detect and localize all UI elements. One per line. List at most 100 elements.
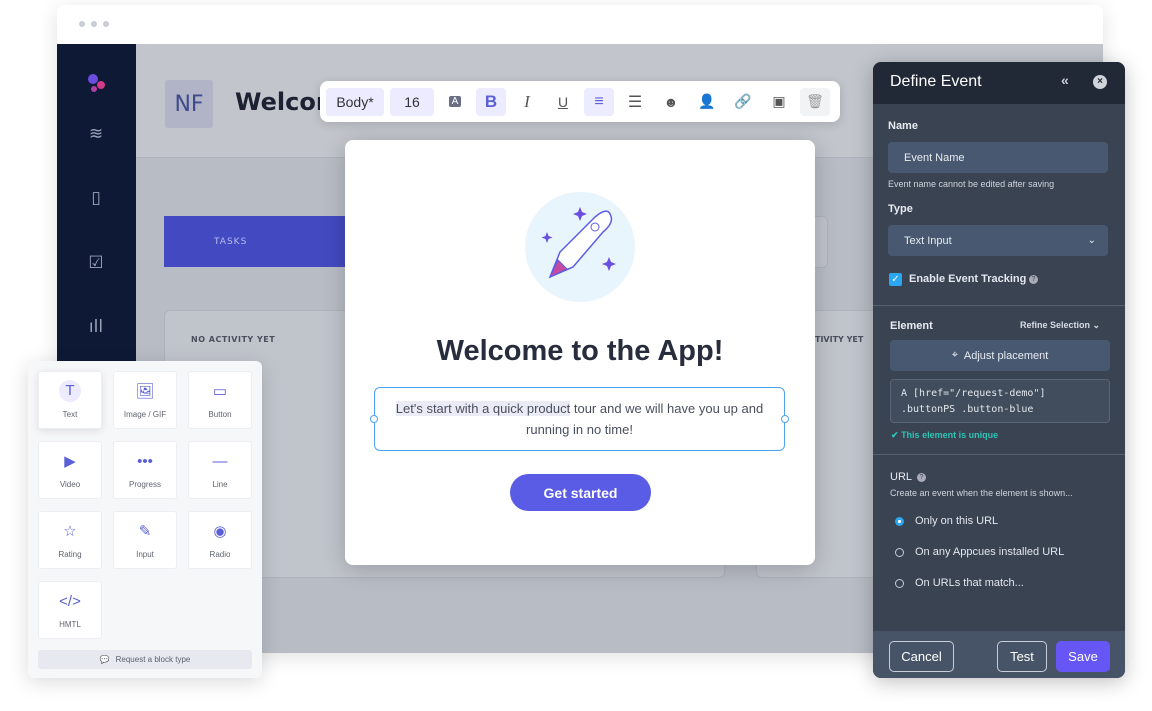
chat-icon: 💬 — [99, 655, 110, 664]
block-image-gif[interactable]: 🖼 Image / GIF — [113, 371, 177, 429]
divider — [873, 454, 1125, 455]
divider — [873, 305, 1125, 306]
block-line[interactable]: — Line — [188, 441, 252, 499]
panel-footer: Cancel Test Save — [873, 631, 1125, 678]
radio-urls-that-match[interactable] — [895, 579, 904, 588]
chevron-down-icon: ⌄ — [1087, 235, 1096, 246]
radio-any-installed-url[interactable] — [895, 548, 904, 557]
block-text[interactable]: T Text — [38, 371, 102, 429]
unique-status: ✔ This element is unique — [891, 430, 998, 441]
block-input[interactable]: ✎ Input — [113, 511, 177, 569]
user-personalize-icon[interactable]: 👤 — [692, 88, 722, 116]
checkbox-icon[interactable]: ☑ — [85, 253, 107, 275]
bold-icon[interactable]: B — [476, 87, 506, 116]
underline-icon[interactable]: U — [548, 88, 578, 116]
selector-line: A [href="/request-demo"] — [901, 388, 1046, 399]
refine-selection-dropdown[interactable]: Refine Selection ⌄ — [1020, 320, 1100, 331]
unique-text: This element is unique — [901, 430, 999, 440]
url-option[interactable]: On any Appcues installed URL — [915, 546, 1064, 558]
name-help: Event name cannot be edited after saving — [888, 179, 1055, 189]
block-icon: ☆ — [63, 523, 77, 540]
emoji-icon[interactable]: ☻ — [656, 88, 686, 116]
url-option[interactable]: Only on this URL — [915, 515, 998, 527]
block-label: Input — [136, 550, 154, 559]
block-label: Progress — [128, 480, 161, 489]
resize-handle-right[interactable] — [781, 415, 789, 423]
block-label: Video — [59, 480, 81, 489]
block-icon: ◉ — [213, 523, 227, 540]
selector-line: .buttonPS .button-blue — [901, 404, 1034, 415]
block-label: Line — [212, 480, 228, 489]
collapse-icon[interactable]: « — [1061, 72, 1069, 88]
block-label: Radio — [209, 550, 231, 559]
activity-label: NO ACTIVITY YET — [191, 335, 276, 344]
font-size-select[interactable]: 16 — [390, 87, 434, 116]
document-icon[interactable]: ▯ — [85, 188, 107, 210]
request-block-button[interactable]: 💬 Request a block type — [38, 650, 252, 669]
layers-icon[interactable]: ≋ — [85, 124, 107, 146]
text-toolbar: Body* 16 A B I U ≡ ☰ ☻ 👤 🔗 ▣ 🗑 — [320, 81, 840, 122]
block-rating[interactable]: ☆ Rating — [38, 511, 102, 569]
close-icon[interactable]: × — [1093, 75, 1107, 89]
get-started-button[interactable]: Get started — [510, 474, 651, 511]
save-button[interactable]: Save — [1056, 641, 1110, 672]
panel-title: Define Event — [890, 73, 982, 90]
panel-header: Define Event « × — [873, 62, 1125, 104]
block-icon: T — [59, 380, 81, 402]
window-controls — [79, 21, 109, 27]
block-icon: ▶ — [64, 453, 76, 470]
selected-text: Let's start with a quick product — [395, 401, 571, 416]
block-label: Text — [62, 410, 78, 419]
crosshair-icon: ⌖ — [951, 349, 958, 361]
event-name-input[interactable]: Event Name — [888, 142, 1108, 173]
block-label: Button — [208, 410, 232, 419]
text-color-icon[interactable]: A — [440, 88, 470, 116]
modal-title: Welcome to the App! — [436, 335, 724, 367]
url-label: URL — [890, 471, 913, 483]
refine-label: Refine Selection — [1020, 320, 1091, 330]
block-icon: 🖼 — [135, 383, 155, 400]
style-select[interactable]: Body* — [326, 87, 384, 116]
type-value: Text Input — [904, 234, 952, 247]
block-palette: 💬 Request a block type T Text 🖼 Image / GIF ▭… — [28, 361, 262, 678]
resize-handle-left[interactable] — [370, 415, 378, 423]
trash-icon[interactable]: 🗑 — [800, 87, 830, 116]
selector-field[interactable]: A [href="/request-demo"] .buttonPS .butt… — [890, 379, 1110, 423]
type-label: Type — [888, 203, 913, 215]
adjust-label: Adjust placement — [963, 349, 1049, 362]
type-select[interactable]: Text Input ⌄ — [888, 225, 1108, 256]
define-event-panel: Define Event « × Name Event Name Event n… — [873, 62, 1125, 678]
request-label: Request a block type — [115, 655, 191, 664]
adjust-placement-button[interactable]: ⌖ Adjust placement — [890, 340, 1110, 371]
help-icon[interactable]: ? — [917, 473, 926, 482]
block-radio[interactable]: ◉ Radio — [188, 511, 252, 569]
tracking-label: Enable Event Tracking — [909, 273, 1027, 285]
block-icon: — — [212, 453, 228, 470]
check-circle-icon: ✔ — [891, 430, 899, 440]
url-option[interactable]: On URLs that match... — [915, 577, 1024, 589]
help-icon[interactable]: ? — [1029, 275, 1038, 284]
block-label: HMTL — [59, 620, 81, 629]
block-button[interactable]: ▭ Button — [188, 371, 252, 429]
italic-icon[interactable]: I — [512, 88, 542, 116]
cancel-button[interactable]: Cancel — [889, 641, 954, 672]
url-help: Create an event when the element is show… — [890, 488, 1073, 498]
radio-only-this-url[interactable] — [895, 517, 904, 526]
test-button[interactable]: Test — [997, 641, 1047, 672]
element-label: Element — [890, 320, 933, 332]
activity-label-right: TIVITY YET — [815, 335, 864, 344]
frame-icon[interactable]: ▣ — [764, 88, 794, 116]
rocket-illustration — [525, 192, 635, 302]
block-video[interactable]: ▶ Video — [38, 441, 102, 499]
block-label: Image / GIF — [123, 410, 167, 419]
chart-icon[interactable]: ıll — [85, 317, 107, 339]
block-progress[interactable]: ••• Progress — [113, 441, 177, 499]
tracking-checkbox[interactable]: ✓ — [889, 273, 902, 286]
modal-text-block[interactable]: Let's start with a quick product tour an… — [370, 387, 789, 451]
block-hmtl[interactable]: </> HMTL — [38, 581, 102, 639]
tasks-card[interactable]: TASKS — [164, 216, 354, 267]
list-icon[interactable]: ☰ — [620, 88, 650, 116]
align-center-icon[interactable]: ≡ — [584, 87, 614, 116]
block-icon: </> — [59, 593, 81, 610]
link-icon[interactable]: 🔗 — [728, 88, 758, 116]
